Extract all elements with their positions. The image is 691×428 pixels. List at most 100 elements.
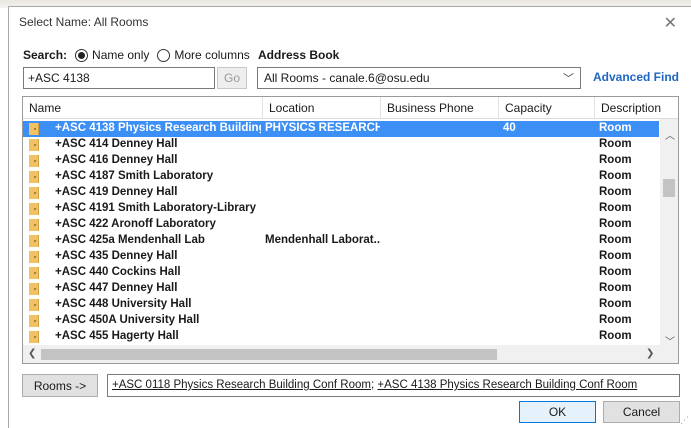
address-book-select[interactable]: All Rooms - canale.6@osu.edu ﹀ [257,67,581,89]
room-icon [29,139,39,151]
cell-description: Room [599,154,632,166]
search-input[interactable]: +ASC 4138 [23,67,215,89]
cell-name: +ASC 448 University Hall [55,298,192,310]
list-rows: +ASC 4138 Physics Research Building ... P… [23,121,659,361]
column-header-location[interactable]: Location [263,97,381,118]
cell-description: Room [599,138,632,150]
room-icon [29,299,39,311]
cell-description: Room [599,330,632,342]
radio-selected-icon[interactable] [75,48,89,62]
table-row[interactable]: +ASC 4138 Physics Research Building ... P… [23,121,659,137]
table-row[interactable]: +ASC 422 Aronoff Laboratory Room [23,217,659,233]
more-columns-label: More columns [174,48,250,62]
list-header: Name Location Business Phone Capacity De… [23,97,678,119]
room-icon [29,235,39,247]
cell-description: Room [599,186,632,198]
scroll-right-icon[interactable]: ❯ [646,348,654,359]
selected-room-2[interactable]: +ASC 4138 Physics Research Building Conf… [377,379,637,391]
name-only-label: Name only [92,48,150,62]
room-icon [29,251,39,263]
search-options: Search: Name only More columns [23,48,250,62]
room-list[interactable]: Name Location Business Phone Capacity De… [22,96,679,364]
title-bar: Select Name: All Rooms ✕ [9,7,691,37]
cell-description: Room [599,298,632,310]
selected-room-1[interactable]: +ASC 0118 Physics Research Building Conf… [112,379,371,391]
room-icon [29,219,39,231]
column-header-business-phone[interactable]: Business Phone [381,97,499,118]
vertical-scrollbar[interactable]: ︿ ﹀ [660,119,678,363]
more-columns-option[interactable]: More columns [157,48,250,62]
room-icon [29,331,39,343]
cell-description: Room [599,202,632,214]
cell-name: +ASC 4187 Smith Laboratory [55,170,214,182]
cell-description: Room [599,170,632,182]
select-name-dialog: Select Name: All Rooms ✕ Search: Name on… [8,6,691,428]
cell-name: +ASC 422 Aronoff Laboratory [55,218,216,230]
horizontal-scroll-thumb[interactable] [41,349,497,360]
scroll-down-icon[interactable]: ﹀ [665,333,675,348]
close-icon[interactable]: ✕ [664,13,677,33]
advanced-find-link[interactable]: Advanced Find [593,70,679,84]
cell-name: +ASC 435 Denney Hall [55,250,178,262]
ok-button[interactable]: OK [519,401,596,423]
column-header-capacity[interactable]: Capacity [499,97,595,118]
horizontal-scrollbar[interactable]: ❮ ❯ [23,345,662,363]
table-row[interactable]: +ASC 448 University Hall Room [23,297,659,313]
cell-name: +ASC 450A University Hall [55,314,200,326]
room-icon [29,283,39,295]
table-row[interactable]: +ASC 4191 Smith Laboratory-Library Room [23,201,659,217]
cell-location: PHYSICS RESEARCH [265,122,380,134]
dialog-title: Select Name: All Rooms [19,15,149,29]
cell-name: +ASC 440 Cockins Hall [55,266,181,278]
table-row[interactable]: +ASC 416 Denney Hall Room [23,153,659,169]
cell-description: Room [599,314,632,326]
address-book-label: Address Book [258,48,340,62]
go-button[interactable]: Go [217,67,247,89]
table-row[interactable]: +ASC 4187 Smith Laboratory Room [23,169,659,185]
cell-description: Room [599,234,632,246]
cell-name: +ASC 425a Mendenhall Lab [55,234,205,246]
name-only-option[interactable]: Name only [75,48,149,62]
table-row[interactable]: +ASC 414 Denney Hall Room [23,137,659,153]
table-row[interactable]: +ASC 435 Denney Hall Room [23,249,659,265]
cell-description: Room [599,218,632,230]
room-icon [29,203,39,215]
cell-description: Room [599,266,632,278]
cell-name: +ASC 4191 Smith Laboratory-Library [55,202,256,214]
table-row[interactable]: +ASC 455 Hagerty Hall Room [23,329,659,345]
cell-name: +ASC 4138 Physics Research Building ... [55,122,261,134]
cancel-button[interactable]: Cancel [603,401,680,423]
rooms-field[interactable]: +ASC 0118 Physics Research Building Conf… [107,374,680,397]
cell-description: Room [599,282,632,294]
scroll-left-icon[interactable]: ❮ [28,348,36,359]
table-row[interactable]: +ASC 450A University Hall Room [23,313,659,329]
room-icon [29,155,39,167]
room-icon [29,267,39,279]
cell-name: +ASC 447 Denney Hall [55,282,178,294]
table-row[interactable]: +ASC 425a Mendenhall Lab Mendenhall Labor… [23,233,659,249]
cell-description: Room [599,250,632,262]
cell-location: Mendenhall Laborat... [265,234,380,246]
column-header-name[interactable]: Name [23,97,263,118]
vertical-scroll-thumb[interactable] [663,179,675,197]
cell-name: +ASC 416 Denney Hall [55,154,178,166]
resize-grip-icon[interactable]: ⋰ [680,415,689,426]
cell-capacity: 40 [503,122,516,134]
cell-name: +ASC 455 Hagerty Hall [55,330,179,342]
table-row[interactable]: +ASC 419 Denney Hall Room [23,185,659,201]
room-icon [29,315,39,327]
search-label: Search: [23,48,68,62]
radio-unselected-icon[interactable] [157,48,171,62]
table-row[interactable]: +ASC 440 Cockins Hall Room [23,265,659,281]
scroll-up-icon[interactable]: ︿ [665,127,675,142]
address-book-value: All Rooms - canale.6@osu.edu [264,71,430,85]
column-header-description[interactable]: Description [595,97,678,118]
cell-description: Room [599,122,632,134]
cell-name: +ASC 414 Denney Hall [55,138,178,150]
rooms-button[interactable]: Rooms -> [22,374,98,397]
room-icon [29,187,39,199]
room-icon [29,171,39,183]
cell-name: +ASC 419 Denney Hall [55,186,178,198]
table-row[interactable]: +ASC 447 Denney Hall Room [23,281,659,297]
chevron-down-icon[interactable]: ﹀ [563,70,574,86]
